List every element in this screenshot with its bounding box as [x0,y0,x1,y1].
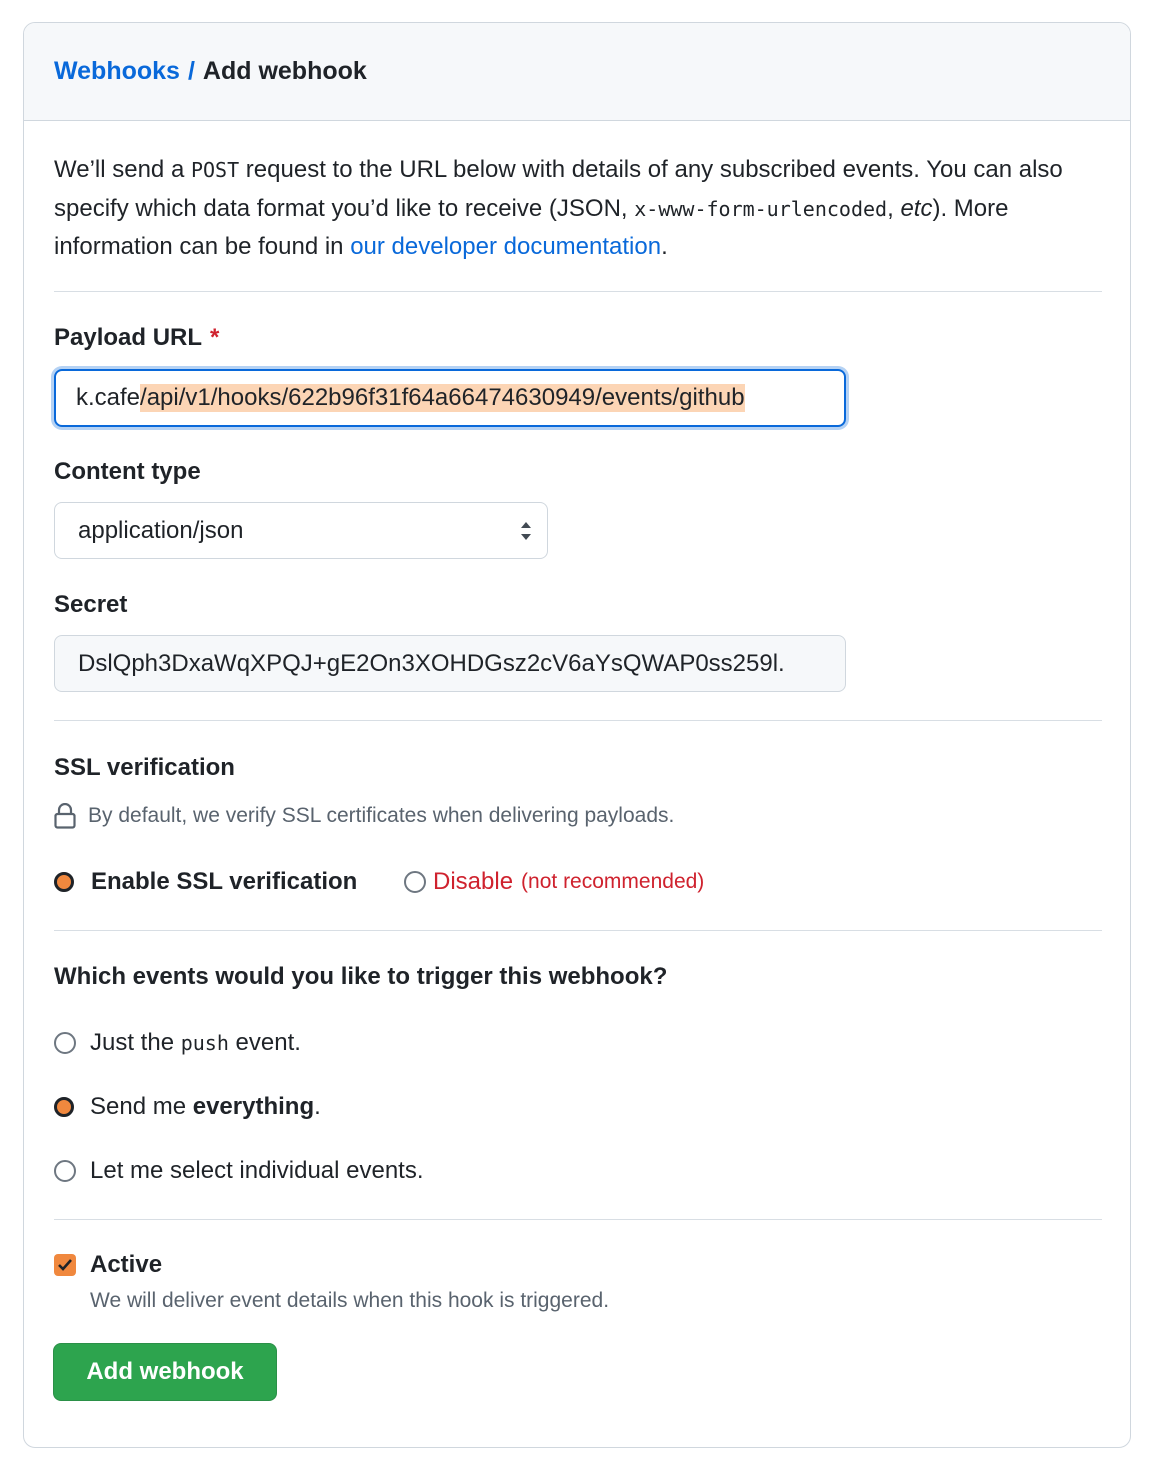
event-option-everything[interactable]: Send me everything. [54,1093,321,1121]
webhook-form-card: Webhooks / Add webhook We’ll send a POST… [23,22,1131,1448]
add-webhook-button[interactable]: Add webhook [53,1343,277,1401]
event-everything-radio[interactable] [54,1097,74,1117]
event-push-radio[interactable] [54,1032,76,1054]
active-option[interactable]: Active [54,1251,162,1279]
breadcrumb-webhooks-link[interactable]: Webhooks [54,57,180,86]
ssl-disable-radio[interactable] [404,871,426,893]
required-mark: * [210,324,220,351]
content-type-select[interactable]: application/json [54,502,548,559]
ssl-enable-radio[interactable] [54,872,74,892]
divider [54,291,1102,292]
divider [54,930,1102,931]
select-caret-icon [519,520,533,542]
payload-url-input[interactable]: k.cafe/api/v1/hooks/622b96f31f64a6647463… [54,369,846,427]
ssl-enable-option[interactable]: Enable SSL verification [54,868,357,896]
card-header: Webhooks / Add webhook [24,23,1130,121]
page-title: Add webhook [202,57,367,85]
divider [54,1219,1102,1220]
event-select-radio[interactable] [54,1160,76,1182]
payload-url-label: Payload URL * [54,324,220,351]
event-option-push[interactable]: Just the push event. [54,1029,301,1057]
selected-text: /api/v1/hooks/622b96f31f64a66474630949/e… [140,384,745,412]
content-type-label: Content type [54,458,201,485]
events-question: Which events would you like to trigger t… [54,963,668,990]
secret-input[interactable]: DslQph3DxaWqXPQJ+gE2On3XOHDGsz2cV6aYsQWA… [54,635,846,692]
form-body: We’ll send a POST request to the URL bel… [54,121,1102,266]
checkmark-icon [58,1259,72,1271]
active-description: We will deliver event details when this … [90,1289,610,1312]
secret-label: Secret [54,591,128,618]
intro-text: We’ll send a POST request to the URL bel… [54,156,1063,260]
format-code: x-www-form-urlencoded [634,196,888,221]
developer-docs-link[interactable]: our developer documentation [350,233,661,260]
ssl-title: SSL verification [54,754,235,781]
post-method-code: POST [190,158,240,182]
divider [54,720,1102,721]
event-option-select[interactable]: Let me select individual events. [54,1157,424,1185]
lock-icon [54,803,76,829]
breadcrumb-separator: / [187,57,195,85]
active-checkbox[interactable] [54,1254,76,1276]
ssl-disable-option[interactable]: Disable (not recommended) [404,868,704,896]
ssl-note: By default, we verify SSL certificates w… [54,803,674,829]
